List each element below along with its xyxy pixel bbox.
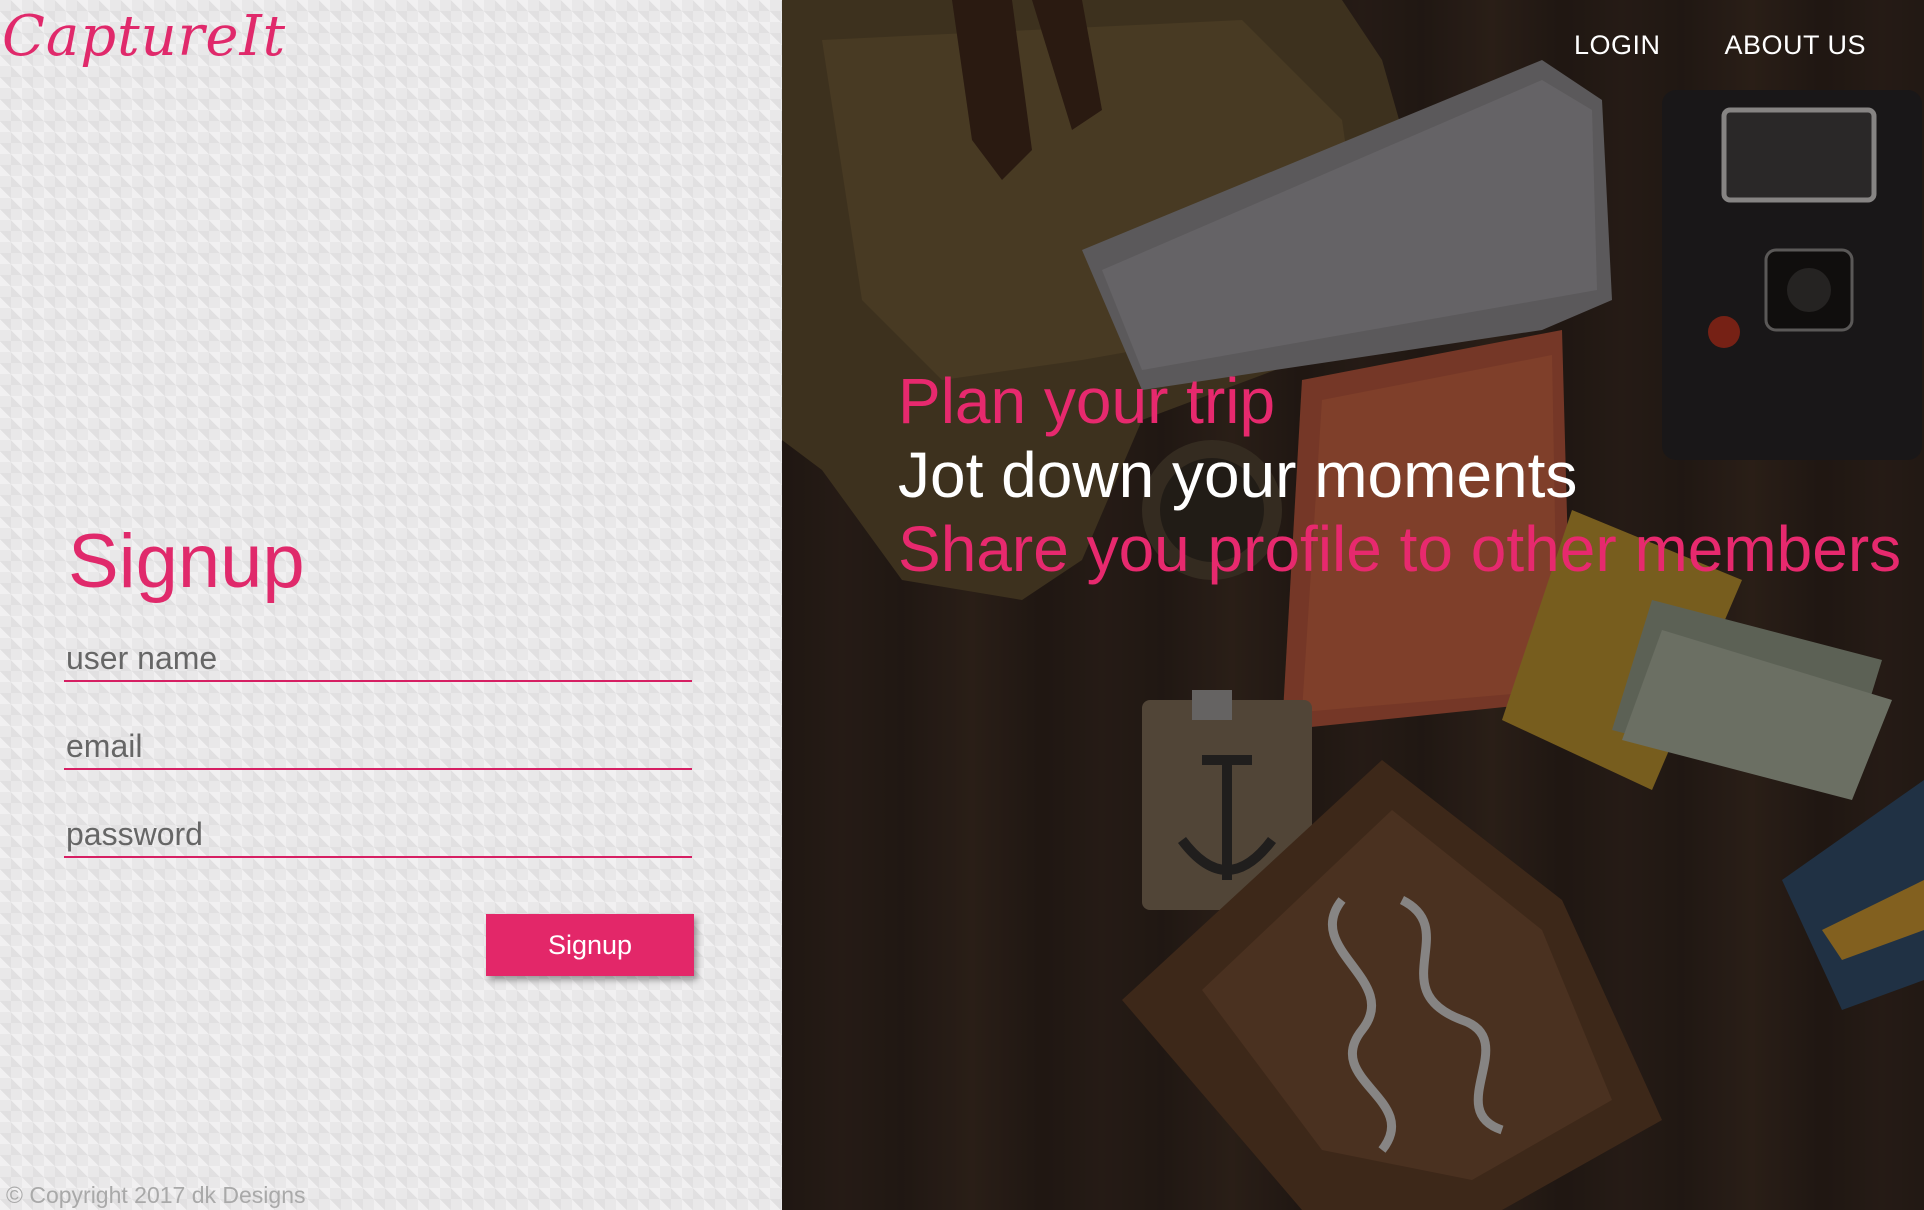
hero-line-plan-trip: Plan your trip	[898, 365, 1276, 437]
signup-button[interactable]: Signup	[486, 914, 694, 976]
signup-page: CaptureIt Signup Signup © Copyright 2017…	[0, 0, 1924, 1210]
nav-login-link[interactable]: LOGIN	[1574, 30, 1661, 61]
signup-title: Signup	[68, 519, 305, 604]
username-input[interactable]	[64, 636, 692, 682]
email-input[interactable]	[64, 724, 692, 770]
hero-panel: LOGIN ABOUT US Plan your trip Jot down y…	[782, 0, 1924, 1210]
nav-about-us-link[interactable]: ABOUT US	[1724, 30, 1866, 61]
hero-line-jot-moments: Jot down your moments	[898, 439, 1578, 511]
hero-line-share-profile: Share you profile to other members	[898, 513, 1902, 585]
signup-panel: CaptureIt Signup Signup © Copyright 2017…	[0, 0, 782, 1210]
brand-logo[interactable]: CaptureIt	[2, 4, 286, 69]
copyright-text: © Copyright 2017 dk Designs	[6, 1182, 306, 1208]
password-input[interactable]	[64, 812, 692, 858]
top-nav: LOGIN ABOUT US	[1574, 30, 1866, 61]
hero-overlay	[782, 0, 1924, 1210]
